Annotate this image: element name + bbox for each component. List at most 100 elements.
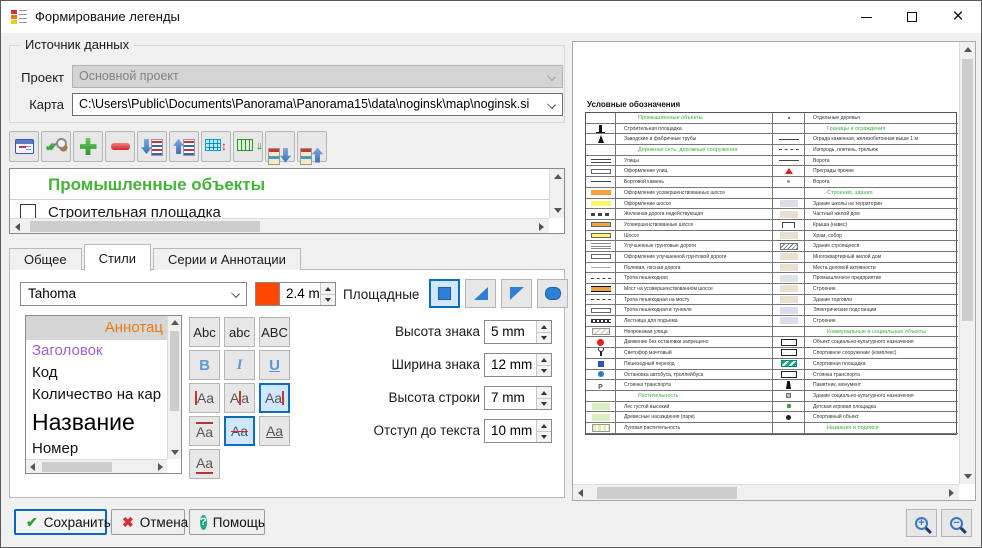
- annotation-list[interactable]: АннотацЗаголовокКодКоличество на карНазв…: [25, 315, 182, 474]
- scroll-down-icon[interactable]: [550, 203, 565, 218]
- annotation-item[interactable]: Номер: [26, 438, 167, 459]
- legend-symbol-cell: [586, 412, 616, 423]
- scroll-up-icon[interactable]: [960, 42, 976, 57]
- scroll-up-icon[interactable]: [550, 169, 565, 184]
- font-select[interactable]: Tahoma: [20, 282, 247, 306]
- tab-general[interactable]: Общее: [9, 248, 82, 270]
- spin-up-icon[interactable]: [537, 321, 551, 332]
- annotation-hscroll[interactable]: [26, 459, 167, 473]
- help-button[interactable]: ? Помощь: [189, 509, 265, 535]
- cursor-middle-button[interactable]: Aa: [224, 383, 255, 413]
- scroll-right-icon[interactable]: [154, 460, 167, 474]
- sign-height-input[interactable]: 5 mm: [484, 320, 552, 344]
- stripes-gy-symbol-icon: [592, 424, 610, 432]
- scroll-right-icon[interactable]: [534, 219, 549, 234]
- shape-triangle-down-button[interactable]: [501, 279, 532, 308]
- legend-properties-button[interactable]: [9, 131, 39, 162]
- minimize-button[interactable]: [843, 1, 889, 33]
- select-objects-button[interactable]: [41, 131, 71, 162]
- case-lower-button[interactable]: abc: [224, 317, 255, 347]
- annotation-item[interactable]: Название: [26, 406, 167, 438]
- italic-button[interactable]: I: [224, 350, 255, 380]
- annotation-item[interactable]: Заголовок: [26, 340, 167, 362]
- shape-octagon-button[interactable]: [537, 279, 568, 308]
- move-up-button[interactable]: [169, 131, 199, 162]
- zoom-in-button[interactable]: +: [906, 509, 937, 537]
- annotation-vscroll[interactable]: [167, 316, 181, 459]
- annotation-item[interactable]: Код: [26, 362, 167, 384]
- move-down-button[interactable]: [137, 131, 167, 162]
- vscroll-thumb[interactable]: [962, 59, 973, 321]
- maximize-button[interactable]: [889, 1, 935, 33]
- scroll-down-icon[interactable]: [168, 446, 182, 459]
- save-button[interactable]: ✔ Сохранить: [14, 509, 107, 535]
- legend-symbol-cell: [586, 337, 616, 348]
- map-select[interactable]: C:\Users\Public\Documents\Panorama\Panor…: [72, 93, 563, 116]
- scroll-up-icon[interactable]: [168, 316, 182, 329]
- line-height-input[interactable]: 7 mm: [484, 386, 552, 410]
- scroll-right-icon[interactable]: [944, 485, 959, 501]
- tab-styles[interactable]: Стили: [84, 244, 151, 271]
- scroll-left-icon[interactable]: [573, 485, 588, 501]
- project-value: Основной проект: [79, 69, 179, 83]
- legend-entry-label: Изгородь, плетень, трельяж: [805, 145, 958, 156]
- move-section-up-button[interactable]: [297, 131, 327, 162]
- spin-down-icon[interactable]: [537, 365, 551, 376]
- project-select[interactable]: Основной проект: [72, 65, 563, 88]
- font-size-input[interactable]: 2.4 mm: [279, 282, 336, 306]
- preview-vscroll[interactable]: [959, 42, 975, 484]
- preview-title: Условные обозначения: [587, 100, 680, 109]
- overline-button[interactable]: Aa: [189, 416, 220, 446]
- add-object-button[interactable]: [73, 131, 103, 162]
- scroll-left-icon[interactable]: [26, 460, 39, 474]
- spin-up-icon[interactable]: [537, 354, 551, 365]
- legend-object-header[interactable]: Промышленные объекты: [10, 169, 549, 200]
- text-color-swatch[interactable]: [255, 282, 282, 306]
- bold-button[interactable]: B: [189, 350, 220, 380]
- legend-symbol-cell: [773, 327, 805, 338]
- spin-up-icon[interactable]: [537, 387, 551, 398]
- shape-triangle-up-button[interactable]: [465, 279, 496, 308]
- spin-up-icon[interactable]: [537, 420, 551, 431]
- object-checkbox[interactable]: [20, 204, 36, 218]
- merge-column-button[interactable]: [233, 131, 263, 162]
- remove-object-button[interactable]: [105, 131, 135, 162]
- scroll-left-icon[interactable]: [10, 219, 25, 234]
- annotation-item[interactable]: Аннотац: [26, 316, 167, 340]
- underline-far-button[interactable]: Aa: [189, 449, 220, 479]
- sign-height-value: 5 mm: [491, 321, 525, 343]
- move-section-down-button[interactable]: [265, 131, 295, 162]
- legend-symbol-cell: [773, 241, 805, 252]
- zoom-out-button[interactable]: −: [941, 509, 972, 537]
- split-column-button[interactable]: [201, 131, 231, 162]
- minimize-icon: [861, 17, 872, 18]
- spin-up-icon[interactable]: [321, 283, 335, 294]
- legend-object-list[interactable]: Промышленные объектыСтроительная площадк…: [9, 168, 565, 234]
- case-sentence-button[interactable]: Abc: [189, 317, 220, 347]
- sign-width-input[interactable]: 12 mm: [484, 353, 552, 377]
- vscroll-thumb[interactable]: [170, 331, 179, 411]
- text-indent-input[interactable]: 10 mm: [484, 419, 552, 443]
- box-beige-symbol-icon: [780, 232, 798, 239]
- object-list-vscroll[interactable]: [549, 169, 564, 218]
- object-list-hscroll[interactable]: [10, 218, 549, 233]
- legend-object-item[interactable]: Строительная площадка: [10, 200, 549, 218]
- strikeout-button[interactable]: Aa: [224, 416, 255, 446]
- hscroll-thumb[interactable]: [30, 221, 260, 232]
- spin-down-icon[interactable]: [537, 332, 551, 343]
- annotation-item[interactable]: Количество на кар: [26, 384, 167, 406]
- spin-down-icon[interactable]: [537, 431, 551, 442]
- scroll-down-icon[interactable]: [960, 469, 976, 484]
- shape-square-button[interactable]: [429, 279, 460, 308]
- cursor-left-button[interactable]: Aa: [189, 383, 220, 413]
- spin-down-icon[interactable]: [321, 294, 335, 305]
- preview-hscroll[interactable]: [573, 484, 959, 500]
- tab-series-annotations[interactable]: Серии и Аннотации: [153, 248, 301, 270]
- cancel-button[interactable]: ✖ Отмена: [111, 509, 185, 535]
- hscroll-thumb[interactable]: [597, 487, 737, 499]
- legend-entry-label: Древесные насаждения (парк): [616, 412, 773, 423]
- spin-down-icon[interactable]: [537, 398, 551, 409]
- hscroll-thumb[interactable]: [42, 462, 112, 472]
- plus-icon: [80, 138, 97, 155]
- close-button[interactable]: ×: [935, 1, 981, 33]
